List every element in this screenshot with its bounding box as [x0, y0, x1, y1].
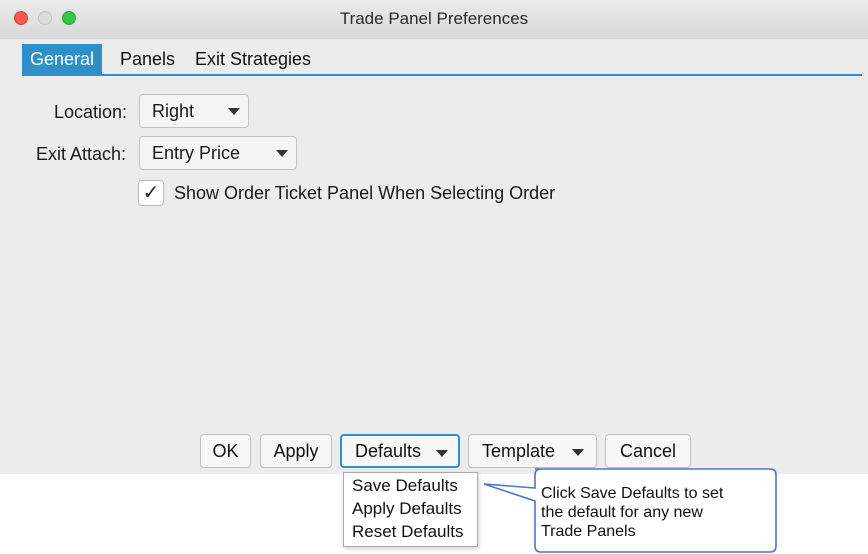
defaults-button[interactable]: Defaults [340, 434, 460, 468]
callout-text: Click Save Defaults to set the default f… [541, 484, 766, 541]
defaults-menu: Save Defaults Apply Defaults Reset Defau… [343, 472, 478, 547]
tab-general[interactable]: General [22, 44, 103, 74]
menu-item-apply-defaults[interactable]: Apply Defaults [352, 499, 462, 519]
tab-bar: General Panels Exit Strategies [22, 44, 862, 76]
tab-exit-strategies[interactable]: Exit Strategies [187, 44, 319, 74]
cancel-button[interactable]: Cancel [605, 434, 691, 468]
chevron-down-icon [276, 150, 288, 157]
menu-item-save-defaults[interactable]: Save Defaults [352, 476, 458, 496]
chevron-down-icon [572, 449, 584, 456]
show-order-ticket-label[interactable]: Show Order Ticket Panel When Selecting O… [174, 183, 555, 204]
location-value: Right [152, 101, 195, 121]
callout-line: the default for any new [541, 504, 703, 521]
chevron-down-icon [228, 108, 240, 115]
template-button[interactable]: Template [468, 434, 597, 468]
exit-attach-value: Entry Price [152, 143, 241, 163]
exit-attach-label: Exit Attach: [35, 144, 126, 164]
chevron-down-icon [436, 450, 448, 457]
checkmark-icon: ✓ [142, 182, 160, 204]
title-bar[interactable]: Trade Panel Preferences [0, 0, 868, 39]
window-title: Trade Panel Preferences [339, 9, 529, 28]
exit-attach-dropdown[interactable]: Entry Price [139, 136, 297, 170]
defaults-label: Defaults [355, 441, 422, 461]
callout-line: Click Save Defaults to set [541, 485, 724, 502]
template-label: Template [482, 441, 556, 461]
tab-panels[interactable]: Panels [112, 44, 183, 74]
apply-button[interactable]: Apply [260, 434, 332, 468]
ok-button[interactable]: OK [200, 434, 251, 468]
callout-line: Trade Panels [541, 523, 636, 540]
preferences-window: Trade Panel Preferences General Panels E… [0, 0, 868, 474]
location-dropdown[interactable]: Right [139, 94, 249, 128]
menu-item-reset-defaults[interactable]: Reset Defaults [352, 522, 464, 542]
show-order-ticket-checkbox[interactable]: ✓ [138, 180, 164, 206]
location-label: Location: [53, 102, 127, 122]
